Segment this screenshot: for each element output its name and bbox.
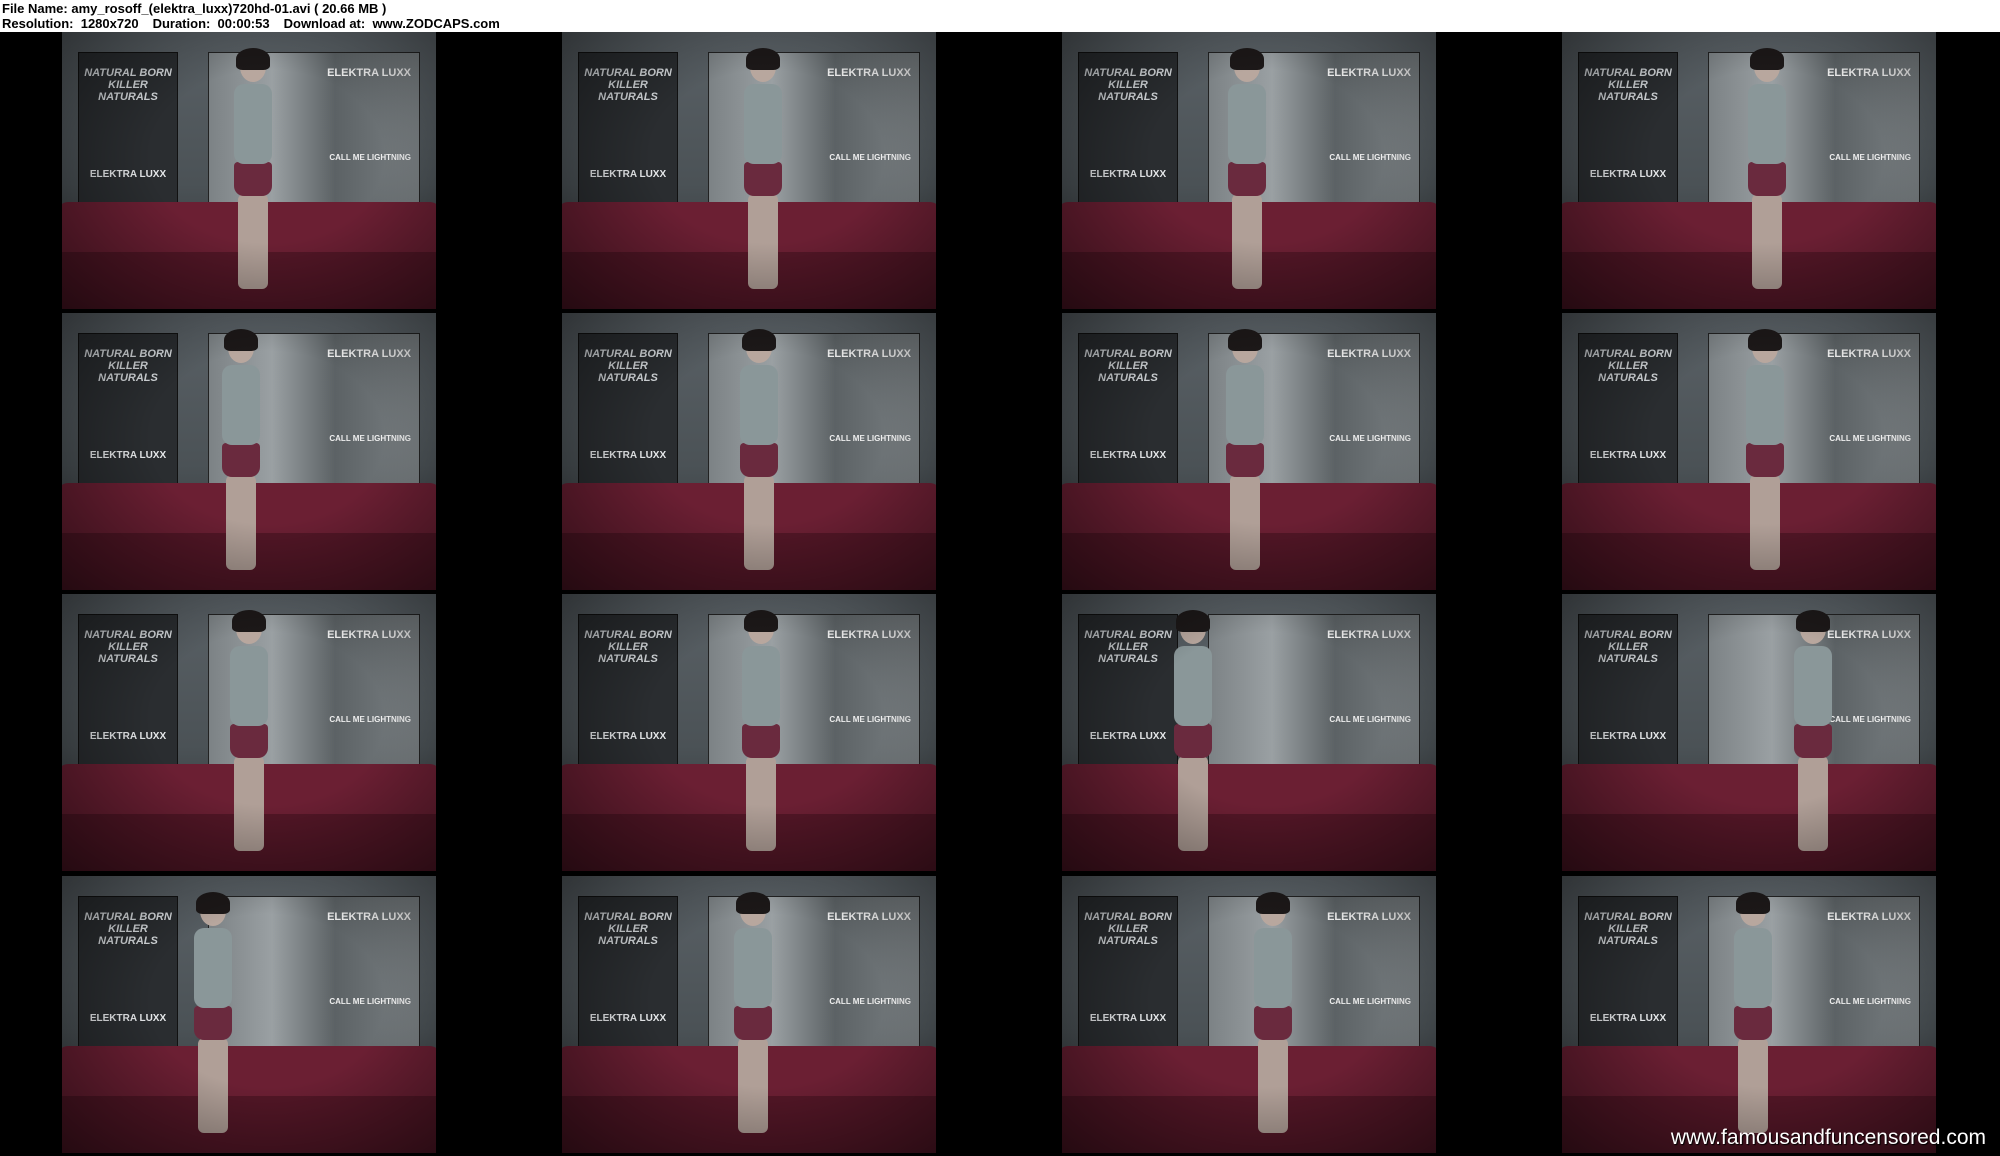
video-frame-thumbnail: NATURAL BORN KILLER NATURALSELEKTRA LUXX… (62, 313, 436, 590)
file-name-text: File Name: amy_rosoff_(elektra_luxx)720h… (2, 1, 387, 16)
video-frame-thumbnail: NATURAL BORN KILLER NATURALSELEKTRA LUXX… (1062, 594, 1436, 871)
video-frame-thumbnail: NATURAL BORN KILLER NATURALSELEKTRA LUXX… (1062, 32, 1436, 309)
video-frame-thumbnail: NATURAL BORN KILLER NATURALSELEKTRA LUXX… (1562, 876, 1936, 1153)
thumbnail-grid: NATURAL BORN KILLER NATURALSELEKTRA LUXX… (0, 32, 2000, 1156)
frame-vignette (1562, 594, 1936, 871)
download-text: Download at: www.ZODCAPS.com (283, 16, 500, 31)
frame-vignette (1562, 876, 1936, 1153)
resolution-text: Resolution: 1280x720 (2, 16, 139, 31)
frame-vignette (62, 594, 436, 871)
frame-vignette (1062, 32, 1436, 309)
frame-vignette (1062, 594, 1436, 871)
video-frame-thumbnail: NATURAL BORN KILLER NATURALSELEKTRA LUXX… (62, 32, 436, 309)
frame-vignette (562, 876, 936, 1153)
video-frame-thumbnail: NATURAL BORN KILLER NATURALSELEKTRA LUXX… (1062, 313, 1436, 590)
frame-vignette (562, 313, 936, 590)
video-frame-thumbnail: NATURAL BORN KILLER NATURALSELEKTRA LUXX… (62, 876, 436, 1153)
frame-vignette (562, 594, 936, 871)
frame-vignette (62, 876, 436, 1153)
watermark-text: www.famousandfuncensored.com (1670, 1126, 1986, 1149)
video-frame-thumbnail: NATURAL BORN KILLER NATURALSELEKTRA LUXX… (1062, 876, 1436, 1153)
video-frame-thumbnail: NATURAL BORN KILLER NATURALSELEKTRA LUXX… (562, 32, 936, 309)
file-info-line: Resolution: 1280x720 Duration: 00:00:53 Do… (2, 16, 500, 31)
video-frame-thumbnail: NATURAL BORN KILLER NATURALSELEKTRA LUXX… (1562, 313, 1936, 590)
video-frame-thumbnail: NATURAL BORN KILLER NATURALSELEKTRA LUXX… (1562, 594, 1936, 871)
frame-vignette (1562, 313, 1936, 590)
video-frame-thumbnail: NATURAL BORN KILLER NATURALSELEKTRA LUXX… (562, 876, 936, 1153)
video-frame-thumbnail: NATURAL BORN KILLER NATURALSELEKTRA LUXX… (562, 594, 936, 871)
video-frame-thumbnail: NATURAL BORN KILLER NATURALSELEKTRA LUXX… (62, 594, 436, 871)
video-frame-thumbnail: NATURAL BORN KILLER NATURALSELEKTRA LUXX… (562, 313, 936, 590)
frame-vignette (1062, 313, 1436, 590)
frame-vignette (1062, 876, 1436, 1153)
video-frame-thumbnail: NATURAL BORN KILLER NATURALSELEKTRA LUXX… (1562, 32, 1936, 309)
duration-text: Duration: 00:00:53 (152, 16, 270, 31)
frame-vignette (62, 32, 436, 309)
contact-sheet-header: File Name: amy_rosoff_(elektra_luxx)720h… (0, 0, 2000, 32)
frame-vignette (562, 32, 936, 309)
frame-vignette (1562, 32, 1936, 309)
frame-vignette (62, 313, 436, 590)
